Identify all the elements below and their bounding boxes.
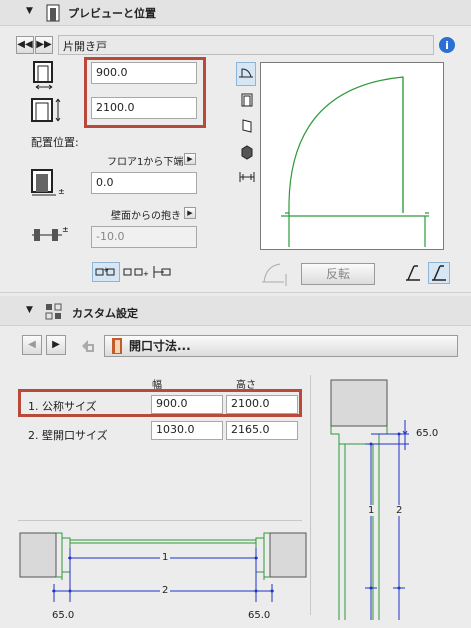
wall-label: 壁面からの抱き (111, 211, 181, 222)
plan-view-icon (239, 68, 253, 78)
floor-offset-icon: ± (31, 169, 65, 196)
side-view-icon[interactable] (240, 118, 254, 134)
row-2-height: 2165.0 (231, 423, 270, 436)
section-view-icon[interactable] (239, 170, 255, 184)
name-value: 片開き戸 (63, 40, 107, 53)
door-page-icon (112, 338, 122, 354)
diagram-separator (310, 375, 311, 615)
info-icon: i (439, 37, 455, 53)
svg-text:+: + (103, 266, 109, 274)
opening-left-icon (406, 265, 420, 281)
custom-settings-icon (45, 303, 62, 320)
row-label-2: 2. 壁開口サイズ (28, 429, 108, 442)
custom-next-button[interactable]: ▶ (46, 335, 66, 355)
opening-right-icon (432, 265, 446, 281)
row-1-width: 900.0 (156, 397, 188, 410)
door-panel-icon (46, 4, 60, 22)
row-2-width-input[interactable]: 1030.0 (151, 421, 223, 440)
info-button[interactable]: i (438, 36, 456, 54)
height-input[interactable]: 2100.0 (91, 97, 197, 119)
plan-dimension-diagram (19, 532, 307, 602)
floor-value: 0.0 (96, 176, 114, 189)
opening-right-button[interactable] (428, 262, 450, 284)
row-2-width: 1030.0 (156, 423, 195, 436)
wall-value: -10.0 (96, 230, 125, 243)
preview-title: プレビューと位置 (68, 7, 156, 20)
height-value: 2100.0 (96, 101, 135, 114)
svg-text:+: + (143, 270, 149, 278)
next-button[interactable]: ▶▶ (35, 36, 53, 54)
custom-page-dropdown[interactable]: 開口寸法... (104, 335, 458, 357)
section-dimension-diagram (330, 379, 409, 620)
wall-reveal-icon: ± (32, 225, 69, 241)
front-view-icon[interactable] (240, 92, 254, 108)
right-dim-label: 65.0 (416, 428, 439, 439)
floor-dropdown-button[interactable]: ▶ (184, 153, 196, 165)
mirror-preview-icon (262, 263, 287, 286)
anchor-center-icon[interactable] (150, 264, 176, 280)
back-arrow-icon[interactable] (78, 336, 98, 356)
svg-text:i: i (445, 39, 449, 52)
collapse-triangle-icon[interactable]: ▼ (26, 6, 33, 16)
flip-label: 反転 (325, 267, 350, 281)
custom-nav-row: ◀ ▶ 開口寸法... (18, 335, 458, 357)
opening-left-button[interactable] (402, 262, 424, 284)
row-2-height-input[interactable]: 2165.0 (226, 421, 298, 440)
custom-page-label: 開口寸法... (129, 339, 191, 353)
floor-input[interactable]: 0.0 (91, 172, 197, 194)
floor-label: フロア1から下端 (107, 157, 184, 168)
anchor-icon: + (95, 266, 115, 276)
right-bottom-dim-label: 65.0 (248, 610, 271, 621)
anchor-selected-button[interactable]: + (92, 262, 120, 282)
name-row: ◀◀ ▶▶ 片開き戸 i (12, 35, 459, 55)
preview-canvas (260, 62, 444, 250)
placement-label: 配置位置: (31, 136, 79, 149)
door-plan-drawing (281, 76, 429, 247)
h-dim-label-1: 1 (160, 552, 171, 563)
3d-view-icon[interactable] (240, 144, 254, 160)
custom-title: カスタム設定 (72, 307, 138, 320)
name-field[interactable]: 片開き戸 (58, 35, 434, 55)
left-bottom-dim-label: 65.0 (52, 610, 75, 621)
diagram-separator-h (18, 520, 302, 521)
row-1-height: 2100.0 (231, 397, 270, 410)
svg-text:±: ± (58, 187, 65, 196)
section-divider (0, 292, 471, 293)
height-dimension-icon (31, 98, 61, 122)
width-value: 900.0 (96, 66, 128, 79)
custom-header[interactable]: ▼ カスタム設定 (0, 296, 471, 326)
flip-button[interactable]: 反転 (301, 263, 375, 285)
row-1-height-input[interactable]: 2100.0 (226, 395, 298, 414)
row-1-width-input[interactable]: 900.0 (151, 395, 223, 414)
custom-prev-button[interactable]: ◀ (22, 335, 42, 355)
svg-text:±: ± (62, 225, 69, 234)
v-dim-label-1: 1 (368, 505, 375, 516)
width-dimension-icon (33, 61, 53, 90)
wall-input[interactable]: -10.0 (91, 226, 197, 248)
anchor-option-icon[interactable]: + (122, 264, 150, 280)
preview-header[interactable]: ▼ プレビューと位置 (0, 0, 471, 26)
v-dim-label-2: 2 (396, 505, 403, 516)
collapse-triangle-icon[interactable]: ▼ (26, 305, 33, 315)
plan-view-button[interactable] (236, 62, 256, 86)
prev-button[interactable]: ◀◀ (16, 36, 34, 54)
row-label-1: 1. 公称サイズ (28, 400, 97, 413)
wall-dropdown-button[interactable]: ▶ (184, 207, 196, 219)
h-dim-label-2: 2 (160, 585, 171, 596)
width-input[interactable]: 900.0 (91, 62, 197, 84)
